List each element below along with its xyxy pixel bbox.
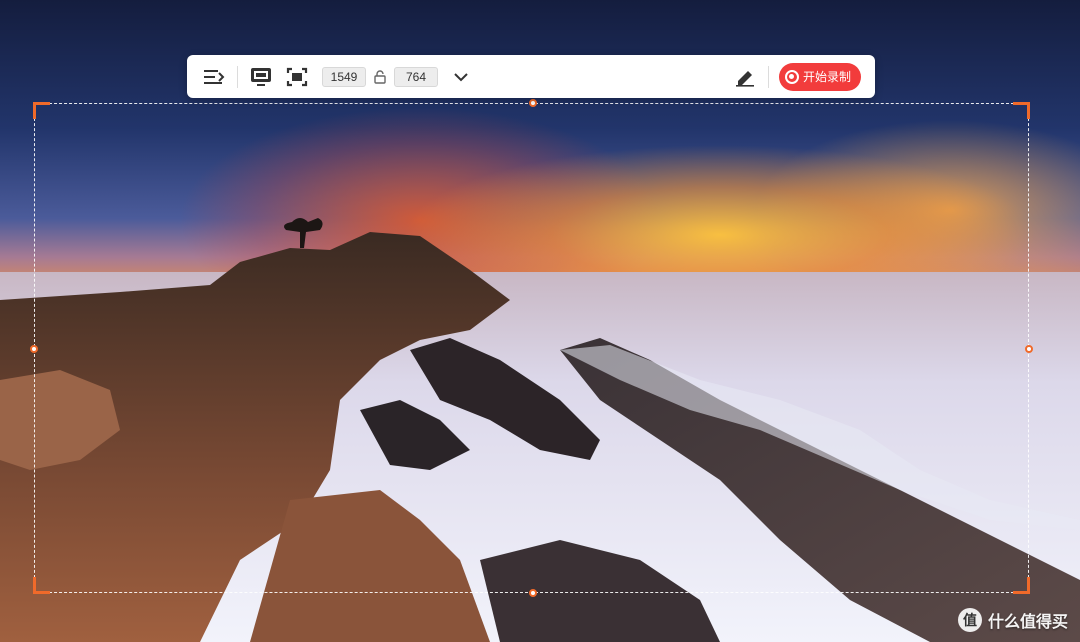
pen-annotate-icon[interactable] bbox=[732, 64, 758, 90]
toolbar-divider bbox=[767, 65, 769, 88]
recording-toolbar: 1549 764 开始录制 bbox=[187, 55, 875, 98]
record-icon bbox=[784, 69, 799, 84]
aspect-lock-icon[interactable] bbox=[370, 67, 390, 87]
resize-handle-left[interactable] bbox=[30, 345, 38, 353]
corner-handle-top-right[interactable] bbox=[1013, 102, 1030, 119]
corner-handle-bottom-right[interactable] bbox=[1013, 577, 1030, 594]
resize-handle-bottom[interactable] bbox=[529, 589, 537, 597]
corner-handle-top-left[interactable] bbox=[33, 102, 50, 119]
region-select-icon[interactable] bbox=[284, 64, 310, 90]
corner-handle-bottom-left[interactable] bbox=[33, 577, 50, 594]
menu-collapse-icon[interactable] bbox=[201, 64, 227, 90]
capture-region[interactable] bbox=[30, 99, 1033, 597]
height-field[interactable]: 764 bbox=[394, 66, 438, 87]
resize-handle-right[interactable] bbox=[1025, 345, 1033, 353]
start-recording-button[interactable]: 开始录制 bbox=[778, 62, 861, 91]
width-field[interactable]: 1549 bbox=[322, 66, 366, 87]
fullscreen-record-icon[interactable] bbox=[248, 64, 274, 90]
watermark-logo: 值 bbox=[957, 608, 982, 632]
watermark: 值 什么值得买 bbox=[957, 608, 1068, 632]
watermark-text: 什么值得买 bbox=[987, 614, 1068, 631]
start-recording-label: 开始录制 bbox=[802, 70, 851, 84]
resize-handle-top[interactable] bbox=[529, 99, 537, 107]
toolbar-divider bbox=[237, 65, 238, 88]
chevron-down-icon[interactable] bbox=[448, 64, 474, 90]
